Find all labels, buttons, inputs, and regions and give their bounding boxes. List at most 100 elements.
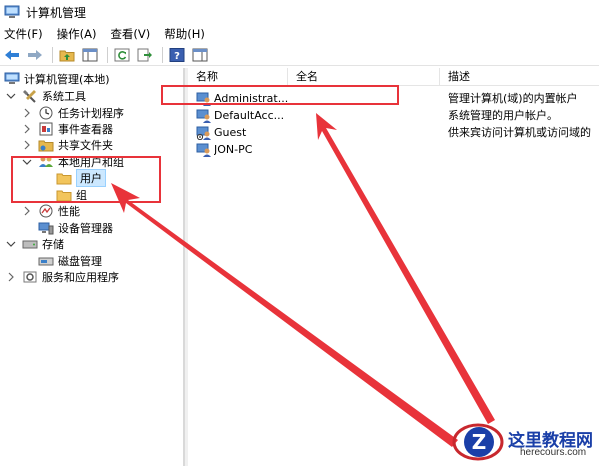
tree-root[interactable]: 计算机管理(本地) bbox=[4, 71, 110, 87]
storage-icon bbox=[22, 240, 38, 249]
tree-item-label: 用户 bbox=[76, 169, 106, 187]
show-hide-tree-button[interactable] bbox=[80, 46, 100, 64]
tree-item-label: 组 bbox=[76, 189, 87, 202]
tree-item-label: 事件查看器 bbox=[58, 123, 113, 136]
tree-item-local-users-groups[interactable]: 本地用户和组 bbox=[22, 154, 124, 170]
table-row[interactable]: Administrat... 管理计算机(域)的内置帐户 bbox=[188, 91, 599, 107]
cell-fullname bbox=[296, 125, 436, 141]
disk-icon bbox=[38, 257, 54, 266]
chevron-right-icon bbox=[8, 272, 14, 282]
menu-file[interactable]: 文件(F) bbox=[4, 26, 43, 42]
toolbar-separator bbox=[162, 46, 163, 63]
window-title: 计算机管理 bbox=[26, 5, 87, 20]
cell-description bbox=[448, 142, 599, 158]
forward-button[interactable] bbox=[25, 46, 45, 64]
cell-fullname bbox=[296, 91, 436, 107]
tree-item-task-scheduler[interactable]: 任务计划程序 bbox=[22, 105, 124, 121]
table-row[interactable]: DefaultAcc... 系统管理的用户帐户。 bbox=[188, 108, 599, 124]
computer-management-icon bbox=[4, 72, 20, 84]
column-header-name[interactable]: 名称 bbox=[188, 68, 288, 86]
menu-action[interactable]: 操作(A) bbox=[57, 26, 97, 42]
cell-description: 系统管理的用户帐户。 bbox=[448, 109, 558, 122]
tree-item-disk-management[interactable]: 磁盘管理 bbox=[38, 253, 102, 269]
cell-fullname bbox=[296, 108, 436, 124]
chevron-down-icon bbox=[6, 241, 16, 247]
tree-item-storage[interactable]: 存储 bbox=[6, 236, 64, 252]
tree-item-services-apps[interactable]: 服务和应用程序 bbox=[6, 269, 119, 285]
folder-icon bbox=[56, 173, 72, 185]
up-folder-button[interactable] bbox=[57, 46, 77, 64]
tree-item-label: 设备管理器 bbox=[58, 222, 113, 235]
performance-icon bbox=[39, 204, 53, 218]
user-icon bbox=[196, 109, 211, 123]
disabled-user-icon bbox=[196, 126, 211, 140]
back-button[interactable] bbox=[2, 46, 22, 64]
chevron-right-icon bbox=[24, 140, 30, 150]
svg-text:?: ? bbox=[174, 51, 180, 62]
toolbar-separator bbox=[52, 46, 53, 63]
chevron-right-icon bbox=[24, 206, 30, 216]
watermark: Z 这里教程网 herecours.com bbox=[448, 420, 598, 464]
column-header-fullname[interactable]: 全名 bbox=[288, 68, 440, 86]
device-manager-icon bbox=[38, 222, 54, 235]
tree-item-label: 本地用户和组 bbox=[58, 156, 124, 169]
chevron-right-icon bbox=[24, 124, 30, 134]
cell-description: 供来宾访问计算机或访问域的 bbox=[448, 126, 591, 139]
tree-item-label: 存储 bbox=[42, 238, 64, 251]
tree-item-label: 系统工具 bbox=[42, 90, 86, 103]
tree-item-groups[interactable]: 组 bbox=[56, 187, 87, 203]
toolbar-separator bbox=[107, 46, 108, 63]
menu-bar: 文件(F) 操作(A) 查看(V) 帮助(H) bbox=[0, 24, 599, 44]
chevron-right-icon bbox=[24, 108, 30, 118]
title-bar: 计算机管理 bbox=[0, 0, 599, 24]
help-button[interactable]: ? bbox=[167, 46, 187, 64]
cell-name: DefaultAcc... bbox=[214, 109, 285, 122]
tree-item-performance[interactable]: 性能 bbox=[22, 203, 80, 219]
help-icon: ? bbox=[169, 47, 185, 62]
back-arrow-icon bbox=[5, 49, 19, 60]
cell-name: Administrat... bbox=[214, 92, 288, 105]
cell-description: 管理计算机(域)的内置帐户 bbox=[448, 92, 578, 105]
shared-folder-icon bbox=[38, 140, 54, 152]
tree-item-users[interactable]: 用户 bbox=[56, 169, 106, 187]
event-log-icon bbox=[39, 122, 53, 136]
forward-arrow-icon bbox=[28, 49, 42, 60]
cell-fullname bbox=[296, 142, 436, 158]
export-list-icon bbox=[137, 48, 152, 61]
up-folder-icon bbox=[59, 50, 75, 61]
user-icon bbox=[196, 92, 211, 106]
tree-item-label: 任务计划程序 bbox=[58, 107, 124, 120]
logo-letter: Z bbox=[472, 430, 487, 454]
list-header: 名称 全名 描述 bbox=[188, 68, 599, 86]
console-tree: 计算机管理(本地) 系统工具 任务计划程序 事件查看器 共享文件夹 本地用户和组… bbox=[0, 68, 184, 466]
export-list-button[interactable] bbox=[135, 46, 155, 64]
user-icon bbox=[196, 143, 211, 157]
tree-root-label: 计算机管理(本地) bbox=[24, 73, 110, 86]
folder-icon bbox=[56, 190, 72, 202]
refresh-icon bbox=[114, 48, 130, 61]
toolbar: ? bbox=[0, 44, 599, 66]
table-row[interactable]: JON-PC bbox=[188, 142, 599, 158]
tree-item-label: 磁盘管理 bbox=[58, 255, 102, 268]
tree-item-system-tools[interactable]: 系统工具 bbox=[6, 88, 86, 104]
properties-button[interactable] bbox=[190, 46, 210, 64]
column-header-description[interactable]: 描述 bbox=[440, 68, 599, 86]
tree-item-label: 服务和应用程序 bbox=[42, 271, 119, 284]
watermark-url: herecours.com bbox=[520, 447, 587, 458]
services-icon bbox=[23, 271, 37, 283]
refresh-button[interactable] bbox=[112, 46, 132, 64]
menu-view[interactable]: 查看(V) bbox=[110, 26, 150, 42]
tools-icon bbox=[23, 90, 36, 103]
computer-management-icon bbox=[4, 5, 20, 18]
tree-item-label: 性能 bbox=[58, 205, 80, 218]
tree-item-device-manager[interactable]: 设备管理器 bbox=[38, 220, 113, 236]
tree-item-label: 共享文件夹 bbox=[58, 139, 113, 152]
users-group-icon bbox=[39, 156, 53, 167]
menu-help[interactable]: 帮助(H) bbox=[164, 26, 205, 42]
site-logo-icon: Z bbox=[452, 423, 504, 461]
tree-item-event-viewer[interactable]: 事件查看器 bbox=[22, 121, 113, 137]
tree-item-shared-folders[interactable]: 共享文件夹 bbox=[22, 137, 113, 153]
chevron-down-icon bbox=[6, 93, 16, 99]
clock-icon bbox=[39, 106, 53, 120]
table-row[interactable]: Guest 供来宾访问计算机或访问域的 bbox=[188, 125, 599, 141]
